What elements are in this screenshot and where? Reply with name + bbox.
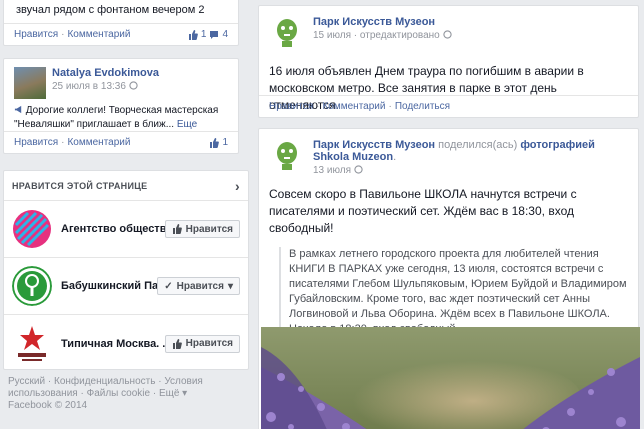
separator: · <box>61 137 65 148</box>
liked-page-row: Бабушкинский Парк ✓ Нравится ▾ <box>4 258 248 315</box>
post-timestamp[interactable]: 25 июля в 13:36 <box>52 81 126 92</box>
muzeon-avatar[interactable] <box>269 14 305 50</box>
thumb-up-icon[interactable] <box>188 29 198 40</box>
like-link[interactable]: Нравится <box>269 101 313 112</box>
author-name[interactable]: Парк Искусств Музеон <box>313 16 452 28</box>
globe-icon <box>354 165 363 174</box>
globe-icon <box>442 30 452 39</box>
post-header: Парк Искусств Музеон поделился(ась) фото… <box>259 129 638 176</box>
post-timestamp[interactable]: 13 июля <box>313 165 351 176</box>
post-text: звучал рядом с фонтаном вечером 2 август… <box>16 4 205 16</box>
post-counts: 1 <box>209 137 228 148</box>
like-button-label: Нравится <box>176 280 224 292</box>
avatar[interactable] <box>14 67 46 99</box>
separator: · <box>316 101 320 112</box>
like-link[interactable]: Нравится <box>14 29 58 40</box>
like-link[interactable]: Нравится <box>14 137 58 148</box>
separator: · <box>61 29 65 40</box>
like-count: 1 <box>222 137 228 148</box>
post-actions: Нравится · Комментарий 1 <box>4 131 238 153</box>
thumb-up-icon[interactable] <box>209 137 220 148</box>
likes-box-header[interactable]: НРАВИТСЯ ЭТОЙ СТРАНИЦЕ › <box>4 171 248 201</box>
like-count: 1 <box>200 29 207 40</box>
typical-moscow-logo[interactable] <box>12 323 52 364</box>
page-name[interactable]: Агентство обществе... <box>61 223 165 235</box>
thumb-up-icon <box>172 224 182 234</box>
quoted-text: В рамках летнего городского проекта для … <box>279 247 628 337</box>
liked-page-row: Агентство обществе... Нравится <box>4 201 248 258</box>
share-link[interactable]: Поделиться <box>395 101 450 112</box>
footer-links: Русский · Конфиденциальность · Условия и… <box>8 376 208 412</box>
thumb-up-icon <box>172 338 182 349</box>
post-text: Совсем скоро в Павильоне ШКОЛА начнутся … <box>269 187 577 235</box>
post-body: Дорогие коллеги! Творческая мастерская "… <box>4 99 238 132</box>
dropdown-arrow-icon: ▾ <box>227 280 233 292</box>
page-name[interactable]: Типичная Москва. ... <box>61 338 165 350</box>
footer-line[interactable]: Русский · Конфиденциальность · Условия <box>8 376 208 388</box>
liked-page-button[interactable]: ✓ Нравится ▾ <box>157 277 240 295</box>
like-button-label: Нравится <box>185 223 233 235</box>
shared-text: поделился(ась) <box>438 139 518 151</box>
check-icon: ✓ <box>164 280 173 292</box>
feed-post-shared-photo: Парк Искусств Музеон поделился(ась) фото… <box>258 128 640 429</box>
footer-links-2[interactable]: использования · Файлы cookie · Ещё <box>8 388 179 399</box>
post-meta: 13 июля <box>313 165 628 176</box>
chevron-right-icon[interactable]: › <box>235 178 240 194</box>
agency-logo[interactable] <box>12 209 52 249</box>
shared-end: . <box>393 151 397 163</box>
park-logo[interactable] <box>12 266 52 306</box>
page-likes-box: НРАВИТСЯ ЭТОЙ СТРАНИЦЕ › Агентство общес… <box>3 170 249 370</box>
post-actions: Нравится · Комментарий 1 4 <box>4 23 238 45</box>
comment-link[interactable]: Комментарий <box>67 137 130 148</box>
post-time: 25 июля в 13:36 <box>52 81 159 92</box>
copyright: Facebook © 2014 <box>8 400 88 411</box>
post-timestamp[interactable]: 15 июля · отредактировано <box>313 30 440 41</box>
muzeon-avatar[interactable] <box>269 137 305 173</box>
comment-icon[interactable] <box>209 30 219 40</box>
liked-page-row: Типичная Москва. ... Нравится <box>4 315 248 372</box>
like-button-label: Нравится <box>185 338 233 349</box>
comment-link[interactable]: Комментарий <box>67 29 130 40</box>
author-name[interactable]: Natalya Evdokimova <box>52 67 159 79</box>
post-meta: 15 июля · отредактировано <box>313 30 452 41</box>
footer-line: использования · Файлы cookie · Ещё ▾ <box>8 388 188 399</box>
more-link[interactable]: Еще <box>177 119 197 130</box>
post-heading: Парк Искусств Музеон поделился(ась) фото… <box>313 139 628 163</box>
comment-link[interactable]: Комментарий <box>322 101 385 112</box>
lavender-photo[interactable] <box>261 327 640 429</box>
globe-icon <box>129 81 138 90</box>
post-header: Natalya Evdokimova 25 июля в 13:36 <box>4 59 238 99</box>
like-page-button[interactable]: Нравится <box>164 220 240 238</box>
post-actions: Нравится · Комментарий · Поделиться <box>259 95 638 117</box>
megaphone-icon <box>14 105 22 114</box>
left-post-natalya: Natalya Evdokimova 25 июля в 13:36 Дорог… <box>3 58 239 154</box>
page-name[interactable]: Бабушкинский Парк <box>61 280 157 292</box>
separator: · <box>388 101 392 112</box>
author-name[interactable]: Парк Искусств Музеон <box>313 139 435 151</box>
comment-count: 4 <box>222 29 228 40</box>
post-header: Парк Искусств Музеон 15 июля · отредакти… <box>259 6 638 50</box>
post-counts: 1 4 <box>188 29 228 40</box>
likes-box-title: НРАВИТСЯ ЭТОЙ СТРАНИЦЕ <box>12 180 148 191</box>
left-post-top: звучал рядом с фонтаном вечером 2 август… <box>3 0 239 46</box>
feed-post-mourning: Парк Искусств Музеон 15 июля · отредакти… <box>258 5 639 118</box>
like-page-button[interactable]: Нравится <box>164 334 240 353</box>
